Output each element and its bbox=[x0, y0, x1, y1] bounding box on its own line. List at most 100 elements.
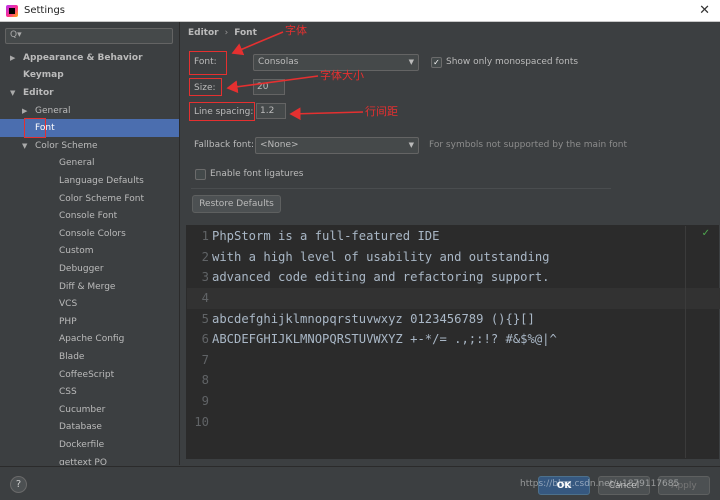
line-text: abcdefghijklmnopqrstuvwxyz 0123456789 ()… bbox=[212, 311, 535, 326]
sidebar-item-editor[interactable]: ▼ Editor bbox=[0, 84, 179, 102]
line-number: 6 bbox=[201, 332, 209, 347]
preview-line: 3 advanced code editing and refactoring s… bbox=[187, 267, 550, 288]
sidebar-item-label: Language Defaults bbox=[59, 175, 144, 186]
sidebar-item-label: Blade bbox=[59, 351, 85, 362]
sidebar-item-label: Color Scheme bbox=[35, 140, 98, 151]
sidebar-item-language-defaults[interactable]: Language Defaults bbox=[0, 172, 179, 190]
line-number: 2 bbox=[201, 249, 209, 264]
sidebar-item-label: General bbox=[59, 158, 95, 169]
sidebar-item-label: General bbox=[35, 105, 71, 116]
expanded-arrow-icon[interactable]: ▼ bbox=[10, 89, 20, 97]
sidebar-item-debugger[interactable]: Debugger bbox=[0, 260, 179, 278]
line-number: 9 bbox=[201, 394, 209, 409]
sidebar-item-dockerfile[interactable]: Dockerfile bbox=[0, 436, 179, 454]
sidebar-item-label: Diff & Merge bbox=[59, 281, 116, 292]
collapsed-arrow-icon[interactable]: ▶ bbox=[22, 107, 32, 115]
sidebar-item-label: Cucumber bbox=[59, 404, 106, 415]
fallback-font-select[interactable]: <None> ▼ bbox=[255, 137, 419, 154]
sidebar-item-appearance-behavior[interactable]: ▶ Appearance & Behavior bbox=[0, 49, 179, 67]
line-number: 10 bbox=[194, 414, 209, 429]
search-input[interactable]: Q▾ bbox=[5, 28, 173, 44]
arrow-to-font bbox=[231, 31, 284, 56]
help-icon[interactable]: ? bbox=[10, 476, 27, 493]
sidebar-item-label: Appearance & Behavior bbox=[23, 52, 143, 63]
line-number: 8 bbox=[201, 373, 209, 388]
sidebar-item-label: Debugger bbox=[59, 263, 104, 274]
sidebar-item-color-scheme-font[interactable]: Color Scheme Font bbox=[0, 190, 179, 208]
sidebar-item-console-colors[interactable]: Console Colors bbox=[0, 225, 179, 243]
line-text: advanced code editing and refactoring su… bbox=[212, 270, 550, 285]
sidebar-item-blade[interactable]: Blade bbox=[0, 348, 179, 366]
font-item-highlight-box bbox=[24, 118, 46, 139]
sidebar-item-label: Custom bbox=[59, 246, 94, 257]
sidebar-item-label: Color Scheme Font bbox=[59, 193, 145, 204]
preview-line: 4 bbox=[187, 288, 212, 309]
expanded-arrow-icon[interactable]: ▼ bbox=[22, 142, 32, 150]
right-margin-guide bbox=[685, 226, 686, 458]
fallback-font-hint: For symbols not supported by the main fo… bbox=[429, 140, 628, 150]
sidebar-item-diff-merge[interactable]: Diff & Merge bbox=[0, 278, 179, 296]
arrow-to-spacing bbox=[289, 107, 364, 121]
sidebar-item-css[interactable]: CSS bbox=[0, 383, 179, 401]
watermark: https://blog.csdn.net/u1879117685 bbox=[520, 479, 680, 489]
sidebar-item-label: Database bbox=[59, 422, 102, 433]
restore-defaults-button[interactable]: Restore Defaults bbox=[192, 195, 281, 213]
sidebar-item-label: gettext PO bbox=[59, 457, 107, 465]
line-text: PhpStorm is a full-featured IDE bbox=[212, 229, 440, 244]
sidebar-item-label: CSS bbox=[59, 387, 77, 398]
fallback-font-value: <None> bbox=[260, 140, 299, 150]
line-number: 7 bbox=[201, 352, 209, 367]
sidebar-item-coffeescript[interactable]: CoffeeScript bbox=[0, 366, 179, 384]
annotation-arrows bbox=[226, 31, 364, 121]
sidebar-item-label: Apache Config bbox=[59, 334, 125, 345]
ligatures-label: Enable font ligatures bbox=[210, 169, 304, 179]
sidebar-item-database[interactable]: Database bbox=[0, 419, 179, 437]
line-text: with a high level of usability and outst… bbox=[212, 249, 550, 264]
arrow-to-size bbox=[226, 75, 319, 94]
sidebar-item-apache-config[interactable]: Apache Config bbox=[0, 331, 179, 349]
sidebar-item-color-scheme[interactable]: ▼ Color Scheme bbox=[0, 137, 179, 155]
sidebar-item-label: CoffeeScript bbox=[59, 369, 115, 380]
close-icon[interactable]: ✕ bbox=[699, 3, 710, 18]
sidebar-item-vcs[interactable]: VCS bbox=[0, 295, 179, 313]
line-text: ABCDEFGHIJKLMNOPQRSTUVWXYZ +-*/= .,;:!? … bbox=[212, 332, 557, 347]
sidebar-item-custom[interactable]: Custom bbox=[0, 243, 179, 261]
divider bbox=[191, 188, 611, 189]
sidebar-item-keymap[interactable]: Keymap bbox=[0, 67, 179, 85]
app-logo-icon bbox=[6, 4, 18, 17]
preview-line: 1 PhpStorm is a full-featured IDE bbox=[187, 226, 440, 247]
ligatures-checkbox[interactable] bbox=[195, 169, 206, 180]
sidebar-item-php[interactable]: PHP bbox=[0, 313, 179, 331]
collapsed-arrow-icon[interactable]: ▶ bbox=[10, 54, 20, 62]
title-bar: Settings ✕ bbox=[0, 0, 720, 22]
preview-line: 9 bbox=[187, 391, 212, 412]
preview-line: 7 bbox=[187, 350, 212, 371]
preview-line: 6 ABCDEFGHIJKLMNOPQRSTUVWXYZ +-*/= .,;:!?… bbox=[187, 329, 557, 350]
sidebar-item-label: Console Font bbox=[59, 211, 118, 222]
line-number: 4 bbox=[201, 291, 209, 306]
sidebar-item-label: Dockerfile bbox=[59, 439, 105, 450]
sidebar-item-console-font[interactable]: Console Font bbox=[0, 207, 179, 225]
preview-line: 8 bbox=[187, 370, 212, 391]
preview-line: 10 bbox=[187, 411, 212, 432]
line-number: 1 bbox=[201, 229, 209, 244]
current-line-highlight bbox=[187, 288, 720, 309]
sidebar-item-cucumber[interactable]: Cucumber bbox=[0, 401, 179, 419]
sidebar-item-font[interactable]: Font bbox=[0, 118, 179, 139]
sidebar-item-label: Keymap bbox=[23, 70, 64, 81]
line-number: 5 bbox=[201, 311, 209, 326]
sidebar-item-label: VCS bbox=[59, 299, 78, 310]
check-icon: ✓ bbox=[701, 228, 710, 239]
chevron-down-icon: ▼ bbox=[408, 141, 414, 149]
sidebar-item-gettext-po[interactable]: gettext PO bbox=[0, 454, 179, 465]
sidebar-item-general[interactable]: ▶ General bbox=[0, 102, 179, 120]
sidebar-item-label: Console Colors bbox=[59, 228, 126, 239]
sidebar-item-general[interactable]: General bbox=[0, 155, 179, 173]
preview-line: 2 with a high level of usability and outs… bbox=[187, 247, 550, 268]
window-title: Settings bbox=[24, 5, 66, 16]
sidebar-item-label: PHP bbox=[59, 316, 77, 327]
font-preview-editor[interactable]: ✓ 1 PhpStorm is a full-featured IDE 2 with … bbox=[186, 225, 720, 459]
sidebar-item-label: Editor bbox=[23, 87, 54, 98]
line-number: 3 bbox=[201, 270, 209, 285]
font-settings-panel: Editor › Font Font: Consolas ▼ ✓ Show only… bbox=[181, 22, 720, 465]
